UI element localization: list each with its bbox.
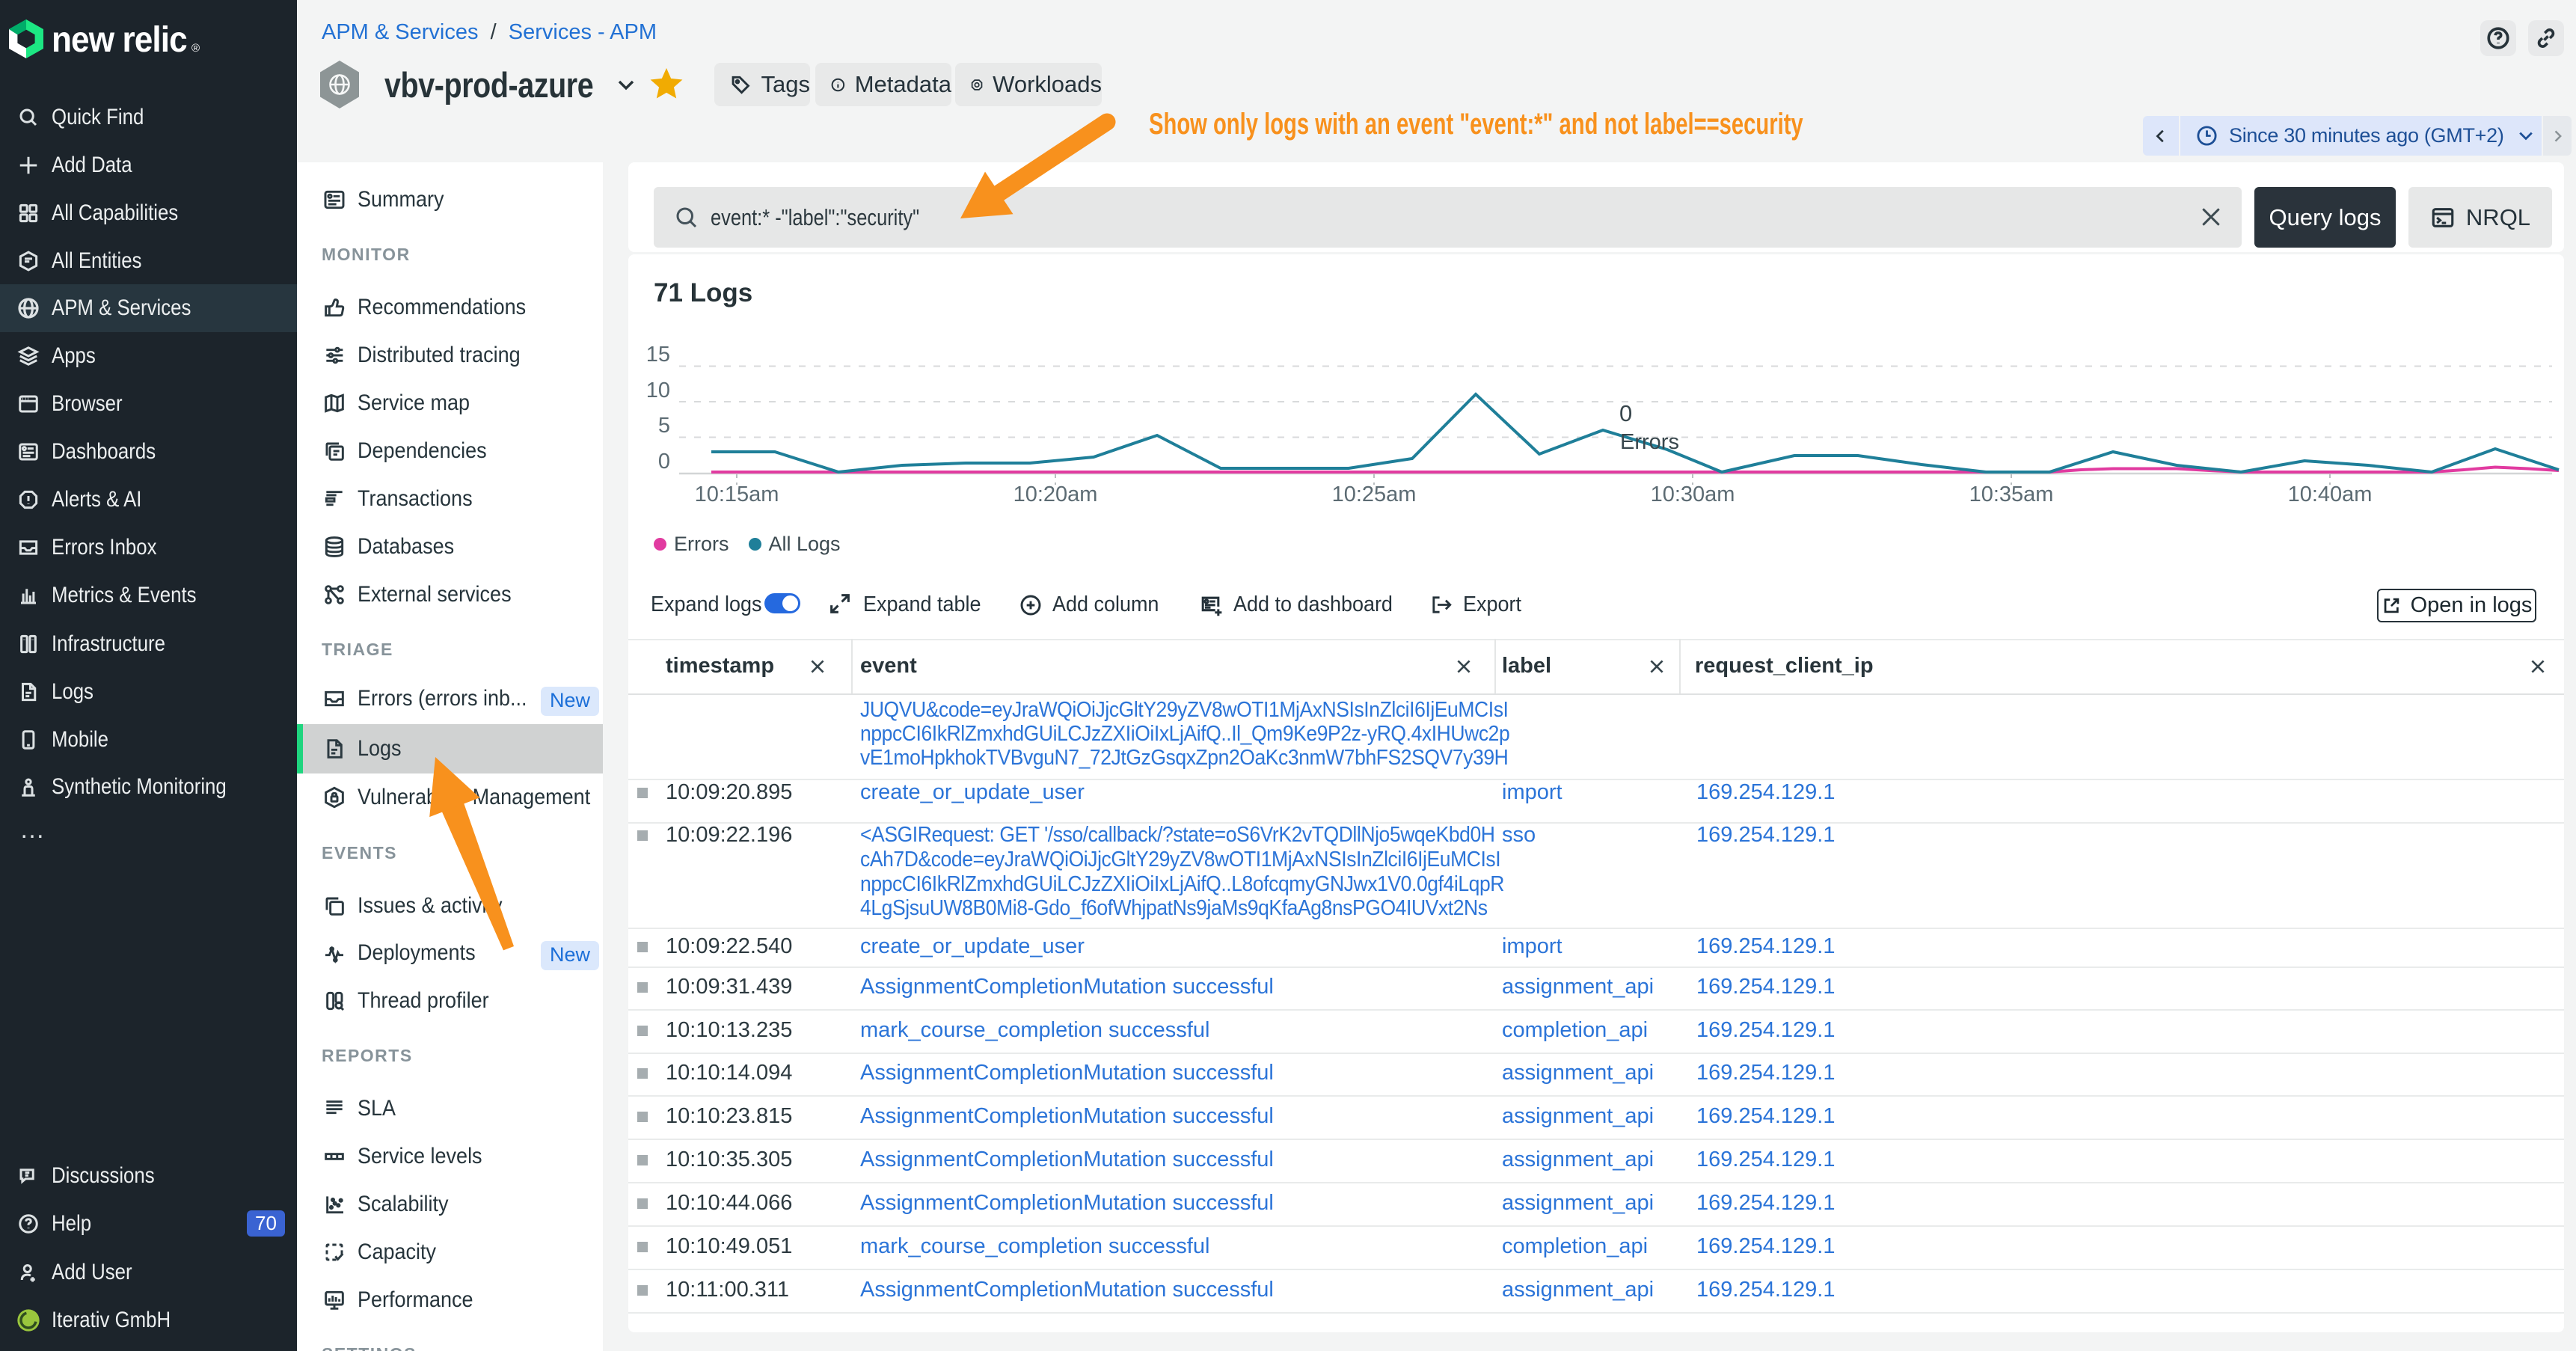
svg-text:Errors: Errors [1620,430,1679,454]
svg-text:10:40am: 10:40am [2288,482,2373,506]
svg-text:0: 0 [1619,400,1632,426]
svg-text:10:15am: 10:15am [695,482,779,506]
svg-text:10: 10 [646,379,670,402]
svg-text:10:30am: 10:30am [1651,482,1735,506]
svg-text:10:20am: 10:20am [1013,482,1098,506]
svg-text:10:35am: 10:35am [1969,482,2054,506]
svg-text:0: 0 [658,450,670,474]
svg-text:10:25am: 10:25am [1332,482,1417,506]
svg-text:15: 15 [646,343,670,367]
svg-text:5: 5 [658,414,670,438]
